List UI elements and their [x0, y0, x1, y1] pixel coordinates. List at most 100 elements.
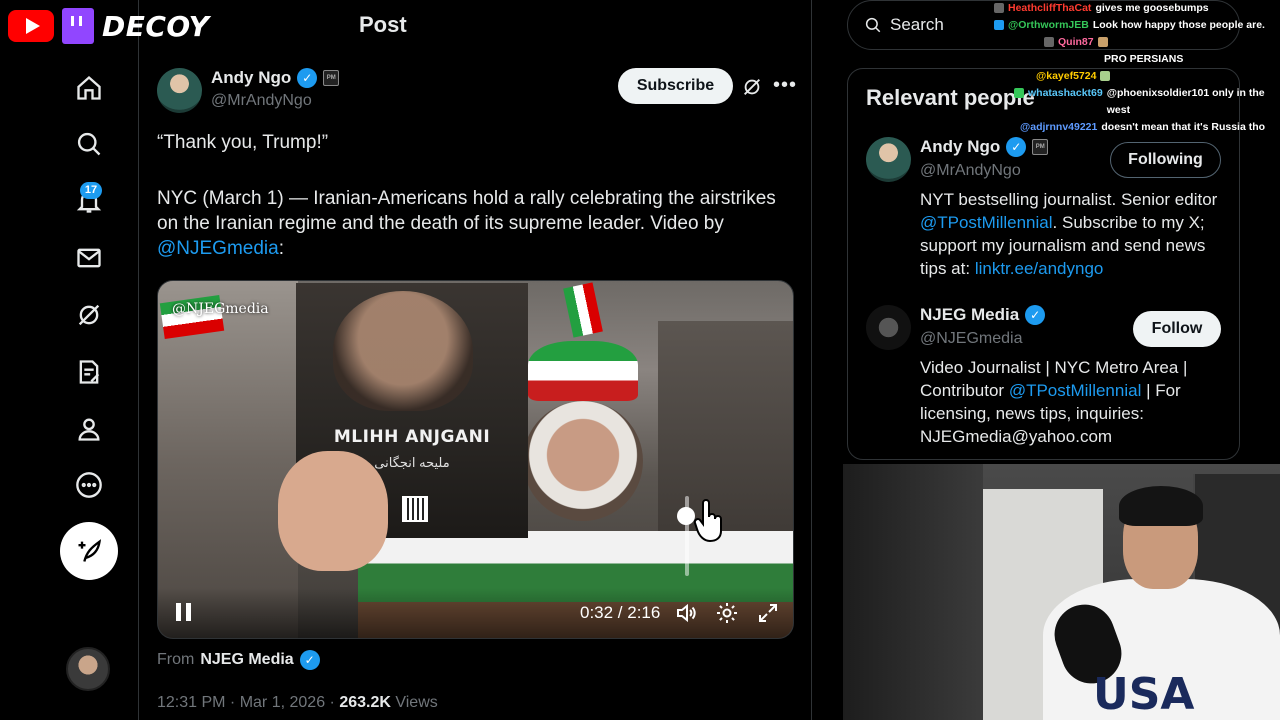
author-handle[interactable]: @MrAndyNgo: [211, 92, 312, 110]
page-title: Post: [359, 12, 407, 37]
chat-message: @adjrnnv49221 doesn't mean that it's Rus…: [994, 119, 1280, 136]
book-title: MLIHH ANJGANI: [333, 427, 491, 447]
person-handle[interactable]: @MrAndyNgo: [920, 162, 1021, 180]
bio-link[interactable]: linktr.ee/andyngo: [975, 259, 1104, 278]
following-button[interactable]: Following: [1110, 142, 1221, 178]
source-account-name[interactable]: NJEG Media: [200, 651, 293, 669]
chat-username: whatashackt69: [1028, 87, 1103, 99]
profile-person-icon[interactable]: [68, 408, 110, 450]
chat-username: HeathcliffThaCat: [1008, 2, 1092, 14]
streamer-hair: [1119, 486, 1203, 526]
webcam-wall: [843, 464, 983, 720]
tweet-body-text: NYC (March 1) — Iranian-Americans hold a…: [157, 188, 776, 234]
person-name[interactable]: Andy Ngo ✓ PM: [920, 137, 1049, 157]
grok-explain-icon[interactable]: [741, 76, 763, 98]
affiliation-badge-icon: PM: [323, 70, 340, 86]
hand-cursor-icon: [693, 499, 722, 543]
feather-plus-icon: [78, 539, 102, 562]
video-source-line: From NJEG Media ✓: [157, 650, 320, 670]
bio-text: NYT bestselling journalist. Senior edito…: [920, 190, 1218, 209]
author-name-text: Andy Ngo: [211, 68, 292, 87]
left-sidebar: DECOY 17: [0, 0, 209, 720]
views-count: 263.2K: [339, 694, 391, 711]
jersey-text: USA: [1093, 669, 1195, 720]
youtube-icon: [8, 10, 54, 42]
chat-message: HeathcliffThaCat gives me goosebumps: [994, 0, 1280, 17]
chat-text: doesn't mean that it's Russia tho: [1101, 121, 1266, 133]
grok-icon[interactable]: [68, 294, 110, 336]
bio-mention-link[interactable]: @TPostMillennial: [920, 213, 1053, 232]
chat-badge-icon: [994, 3, 1004, 13]
search-placeholder: Search: [890, 15, 944, 34]
chat-text: Look how happy those people are.: [1092, 19, 1265, 31]
chat-emote-icon: [1100, 71, 1111, 81]
chat-message: @kayef5724: [994, 68, 1280, 85]
fullscreen-icon[interactable]: [756, 601, 780, 625]
chat-username: @OrthwormJEB: [1008, 19, 1089, 31]
qr-code-icon: [402, 496, 428, 522]
bio-mention-link[interactable]: @TPostMillennial: [1009, 381, 1142, 400]
person-handle[interactable]: @NJEGmedia: [920, 330, 1023, 348]
person-bio: NYT bestselling journalist. Senior edito…: [920, 188, 1225, 280]
volume-speaker-icon[interactable]: [674, 601, 698, 625]
verified-badge-icon: ✓: [1025, 305, 1046, 325]
verified-badge-icon: ✓: [297, 68, 318, 88]
chat-username: Quin87: [1058, 36, 1094, 48]
person-name-text: NJEG Media: [920, 305, 1020, 324]
main-column: Post Andy Ngo ✓ PM @MrAndyNgo Subscribe …: [139, 0, 812, 720]
tweet-body-tail: :: [278, 238, 284, 259]
from-label: From: [157, 651, 195, 668]
book-cover-portrait: [333, 291, 473, 411]
post-timestamp[interactable]: 12:31 PM · Mar 1, 2026 ·: [157, 694, 339, 711]
stream-brand: DECOY: [8, 8, 209, 44]
search-icon: [865, 17, 881, 33]
account-avatar[interactable]: [66, 647, 110, 691]
author-avatar[interactable]: [157, 68, 202, 113]
chat-text: PRO PERSIANS: [1104, 53, 1184, 65]
tweet-mention-link[interactable]: @NJEGmedia: [157, 238, 279, 259]
twitch-icon: [62, 8, 94, 44]
articles-edit-icon[interactable]: [68, 351, 110, 393]
home-icon[interactable]: [68, 67, 110, 109]
verified-badge-icon: ✓: [1006, 137, 1027, 157]
flag-hat: [528, 341, 638, 401]
chat-badge-icon: [994, 20, 1004, 30]
compose-post-button[interactable]: [60, 522, 118, 580]
video-watermark: @NJEGmedia: [172, 301, 269, 317]
tweet-quote: “Thank you, Trump!”: [157, 132, 329, 153]
chat-username: @adjrnnv49221: [1020, 121, 1098, 133]
chat-message: PRO PERSIANS: [994, 51, 1280, 68]
chat-badge-icon: [1044, 37, 1054, 47]
subscribe-button[interactable]: Subscribe: [618, 68, 733, 104]
brand-name: DECOY: [102, 9, 210, 43]
more-options-circle-icon[interactable]: [68, 464, 110, 506]
video-time: 0:32 / 2:16: [580, 603, 661, 622]
person-avatar[interactable]: [866, 137, 911, 182]
elderly-man: [523, 401, 643, 521]
person-name[interactable]: NJEG Media ✓: [920, 305, 1046, 325]
notifications-badge: 17: [80, 182, 102, 199]
settings-gear-icon[interactable]: [715, 601, 739, 625]
person-name-text: Andy Ngo: [920, 137, 1001, 156]
author-name[interactable]: Andy Ngo ✓ PM: [211, 68, 340, 88]
views-label: Views: [395, 694, 438, 711]
chat-badge-icon: [1014, 88, 1024, 98]
follow-button[interactable]: Follow: [1133, 311, 1221, 347]
person-avatar[interactable]: [866, 305, 911, 350]
explore-search-icon[interactable]: [68, 123, 110, 165]
tweet-body: NYC (March 1) — Iranian-Americans hold a…: [157, 186, 802, 261]
hand-holding-book: [278, 451, 388, 571]
streamer-webcam: USA: [843, 464, 1280, 720]
affiliation-badge-icon: PM: [1032, 139, 1049, 155]
post-meta: 12:31 PM · Mar 1, 2026 · 263.2K Views: [157, 694, 438, 712]
iran-flag-right: [563, 282, 603, 338]
messages-envelope-icon[interactable]: [68, 237, 110, 279]
chat-message: Quin87: [994, 34, 1280, 51]
chat-emote-icon: [1097, 37, 1108, 47]
video-player[interactable]: MLIHH ANJGANI ملیحه انجگانی @NJEGmedia 0…: [157, 280, 794, 639]
more-dots-icon[interactable]: •••: [773, 74, 797, 97]
chat-message: @OrthwormJEB Look how happy those people…: [994, 17, 1280, 34]
pause-icon[interactable]: [176, 603, 192, 621]
chat-text: gives me goosebumps: [1095, 2, 1209, 14]
video-controls-bar: [158, 588, 793, 638]
